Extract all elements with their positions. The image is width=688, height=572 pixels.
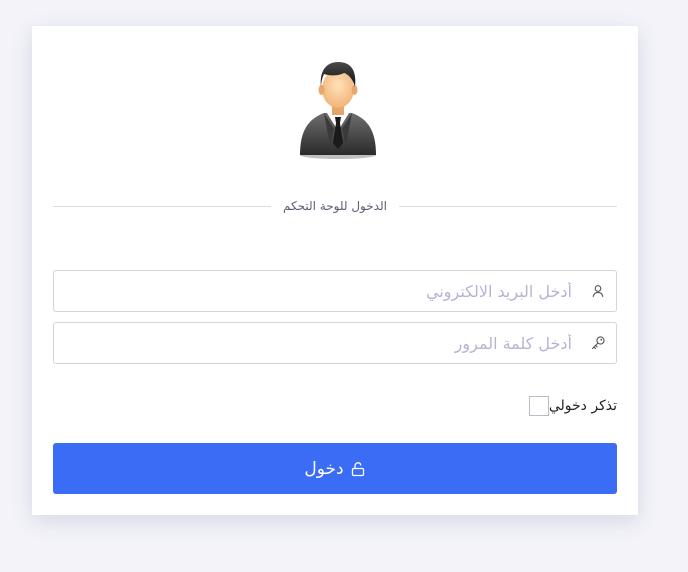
remember-me: تذكر دخولي xyxy=(525,395,617,417)
remember-label: تذكر دخولي xyxy=(548,398,617,414)
login-button-label: دخول xyxy=(304,458,344,479)
user-icon xyxy=(592,285,604,298)
remember-checkbox[interactable] xyxy=(528,396,549,416)
businessman-avatar-icon xyxy=(300,62,376,159)
login-title: الدخول للوحة التحكم xyxy=(283,199,387,213)
login-button[interactable]: دخول xyxy=(53,443,617,494)
email-input[interactable] xyxy=(54,271,572,311)
title-divider: الدخول للوحة التحكم xyxy=(53,199,617,213)
key-icon xyxy=(591,336,605,350)
login-card: الدخول للوحة التحكم تذكر دخولي دخول xyxy=(32,26,638,515)
password-field[interactable] xyxy=(53,322,617,364)
email-field[interactable] xyxy=(53,270,617,312)
unlock-icon xyxy=(351,461,364,476)
password-input[interactable] xyxy=(54,323,572,363)
